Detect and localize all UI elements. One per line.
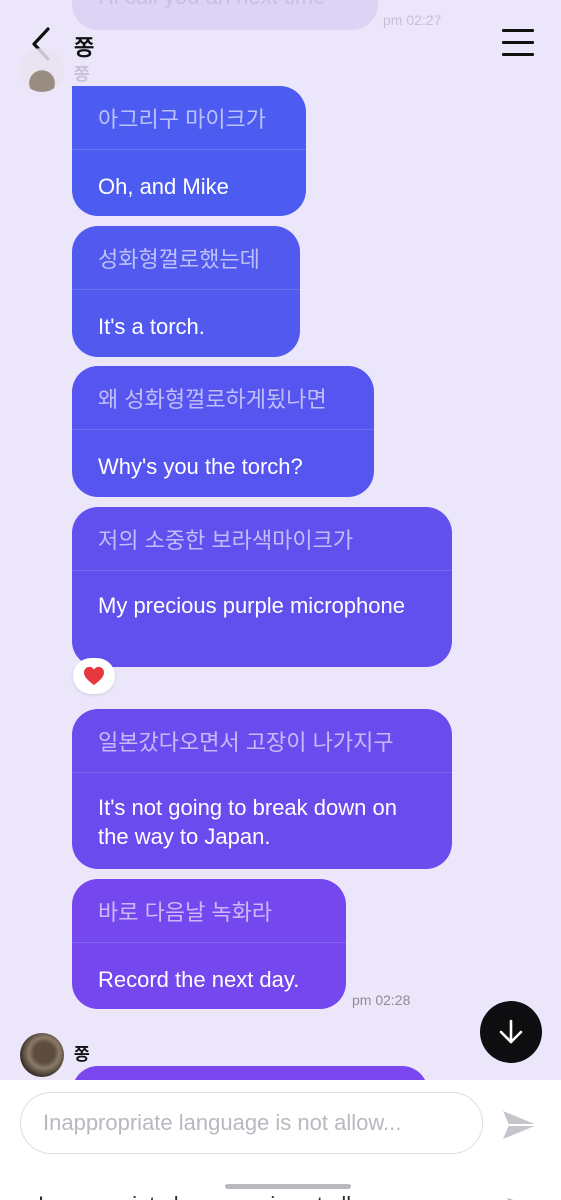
message-bubble[interactable]: 바로 다음날 녹화라 Record the next day. (72, 879, 346, 1009)
message-original: 바로 다음날 녹화라 (72, 879, 346, 943)
menu-icon-line (502, 29, 534, 32)
sender-avatar[interactable] (20, 1033, 64, 1077)
menu-icon-line (502, 53, 534, 56)
message-bubble[interactable]: 왜 성화형껄로하게됬나면 Why's you the torch? (72, 366, 374, 497)
message-translation: Oh, and Mike (98, 174, 229, 199)
message-input[interactable]: Inappropriate language is not allow... (20, 1092, 483, 1154)
chat-screen: Hi call you an next time pm 02:27 쫑 쫑 아그… (0, 0, 561, 1200)
send-button[interactable] (500, 1108, 540, 1142)
ghost-send-icon (505, 1196, 535, 1200)
message-bubble[interactable]: 일본갔다오면서 고장이 나가지구 It's not going to break… (72, 709, 452, 869)
message-original: 아그리구 마이크가 (72, 86, 306, 150)
scroll-to-bottom-button[interactable] (480, 1001, 542, 1063)
menu-icon-line (502, 41, 534, 44)
home-indicator (225, 1184, 351, 1189)
message-original: 일본갔다오면서 고장이 나가지구 (72, 709, 452, 773)
message-translation: It's a torch. (98, 314, 205, 339)
sender-name: 쫑 (74, 1045, 90, 1064)
message-translation: My precious purple microphone (98, 593, 405, 618)
ghost-input-text: Inappropriate language is not allow (38, 1192, 379, 1200)
message-bubble[interactable]: 아그리구 마이크가 Oh, and Mike (72, 86, 306, 216)
message-bubble[interactable]: 저의 소중한 보라색마이크가 My precious purple microp… (72, 507, 452, 667)
sender-name: 쫑 (74, 65, 90, 84)
message-original: 저의 소중한 보라색마이크가 (72, 507, 452, 571)
message-time: pm 02:28 (352, 992, 411, 1008)
heart-icon (84, 666, 104, 686)
message-original: 왜 성화형껄로하게됬나면 (72, 366, 374, 430)
message-translation: It's not going to break down on the way … (98, 795, 397, 849)
menu-button[interactable] (500, 26, 536, 60)
message-input-bar: Inappropriate language is not allow... I… (0, 1080, 561, 1200)
arrow-down-icon (499, 1019, 523, 1044)
message-translation: Why's you the torch? (98, 454, 303, 479)
message-original: 성화형껄로했는데 (72, 226, 300, 290)
send-icon (503, 1111, 537, 1139)
chat-title: 쫑 (74, 35, 95, 60)
message-bubble[interactable]: 성화형껄로했는데 It's a torch. (72, 226, 300, 357)
reaction-badge[interactable] (73, 658, 115, 694)
sender-avatar[interactable] (20, 48, 64, 92)
message-translation: Record the next day. (98, 967, 300, 992)
